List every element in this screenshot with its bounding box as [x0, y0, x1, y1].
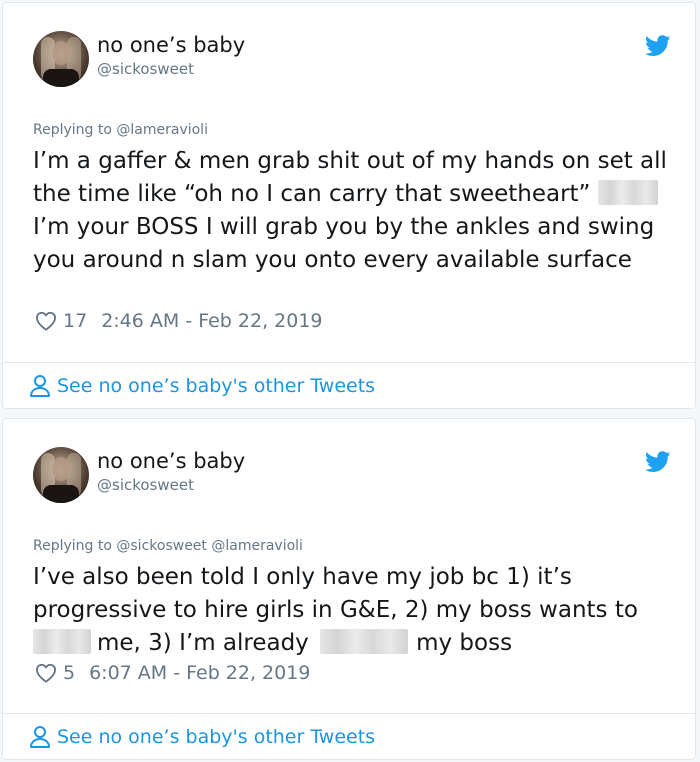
user-handle[interactable]: @sickosweet — [97, 60, 194, 78]
display-name[interactable]: no one’s baby — [97, 33, 245, 57]
user-handle[interactable]: @sickosweet — [97, 476, 194, 494]
see-other-tweets-link[interactable]: See no one’s baby's other Tweets — [29, 725, 375, 749]
tweet-meta: 17 2:46 AM - Feb 22, 2019 — [35, 310, 323, 332]
replying-prefix: Replying to — [33, 122, 112, 138]
avatar[interactable] — [33, 447, 89, 503]
see-other-tweets-link[interactable]: See no one’s baby's other Tweets — [29, 374, 375, 398]
tweet-card: no one’s baby @sickosweet Replying to @l… — [2, 2, 696, 409]
tweet-text-part: I’ve also been told I only have my job b… — [33, 564, 638, 623]
blurred-emoji — [597, 180, 658, 205]
like-count: 17 — [63, 310, 88, 332]
person-icon — [30, 726, 50, 748]
heart-icon[interactable] — [35, 311, 57, 331]
tweet-text: I’ve also been told I only have my job b… — [33, 561, 678, 660]
tweet-meta: 5 6:07 AM - Feb 22, 2019 — [35, 662, 310, 684]
timestamp[interactable]: 6:07 AM - Feb 22, 2019 — [89, 662, 310, 684]
tweet-text-line: I’m a gaffer & men grab shit out of my h… — [33, 148, 667, 207]
tweet-text: I’m a gaffer & men grab shit out of my h… — [33, 145, 678, 277]
blurred-emoji — [320, 629, 409, 654]
replying-prefix: Replying to — [33, 538, 112, 554]
twitter-bird-icon[interactable] — [645, 451, 671, 473]
tweet-text-line: I’m your BOSS I will grab you by the ank… — [33, 214, 655, 273]
see-other-tweets-label: See no one’s baby's other Tweets — [57, 375, 376, 397]
reply-mention-link[interactable]: @lameravioli — [116, 122, 208, 138]
replying-to: Replying to @lameravioli — [33, 122, 208, 138]
divider — [3, 713, 695, 714]
tweet-text-part: me, 3) I’m already — [97, 630, 309, 656]
see-other-tweets-label: See no one’s baby's other Tweets — [57, 726, 376, 748]
replying-to: Replying to @sickosweet @lameravioli — [33, 538, 303, 554]
avatar[interactable] — [33, 31, 89, 87]
timestamp[interactable]: 2:46 AM - Feb 22, 2019 — [101, 310, 322, 332]
display-name[interactable]: no one’s baby — [97, 449, 245, 473]
blurred-emoji — [33, 629, 91, 654]
divider — [3, 362, 695, 363]
twitter-bird-icon[interactable] — [645, 35, 671, 57]
tweet-text-part: my boss — [416, 630, 513, 656]
tweet-card: no one’s baby @sickosweet Replying to @s… — [2, 418, 696, 760]
person-icon — [30, 375, 50, 397]
like-count: 5 — [63, 662, 76, 684]
reply-mention-link[interactable]: @sickosweet @lameravioli — [116, 538, 303, 554]
heart-icon[interactable] — [35, 663, 57, 683]
